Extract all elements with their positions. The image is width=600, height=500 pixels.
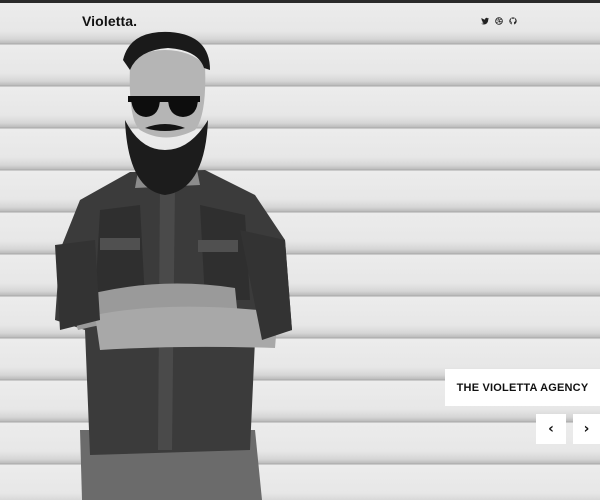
dribbble-icon[interactable] [495, 17, 503, 25]
site-logo[interactable]: Violetta. [82, 13, 137, 29]
site-header: Violetta. [0, 3, 600, 39]
github-icon[interactable] [509, 17, 517, 25]
chevron-right-icon: › [583, 421, 590, 437]
slider-next-button[interactable]: › [573, 414, 600, 444]
slide-caption-box: THE VIOLETTA AGENCY [445, 369, 600, 406]
slide-caption: THE VIOLETTA AGENCY [456, 381, 589, 394]
hero-photo-man-with-beard [55, 31, 292, 500]
slider-prev-button[interactable]: ‹ [536, 414, 566, 444]
chevron-left-icon: ‹ [548, 421, 554, 437]
social-links [481, 17, 517, 25]
twitter-icon[interactable] [481, 17, 489, 25]
